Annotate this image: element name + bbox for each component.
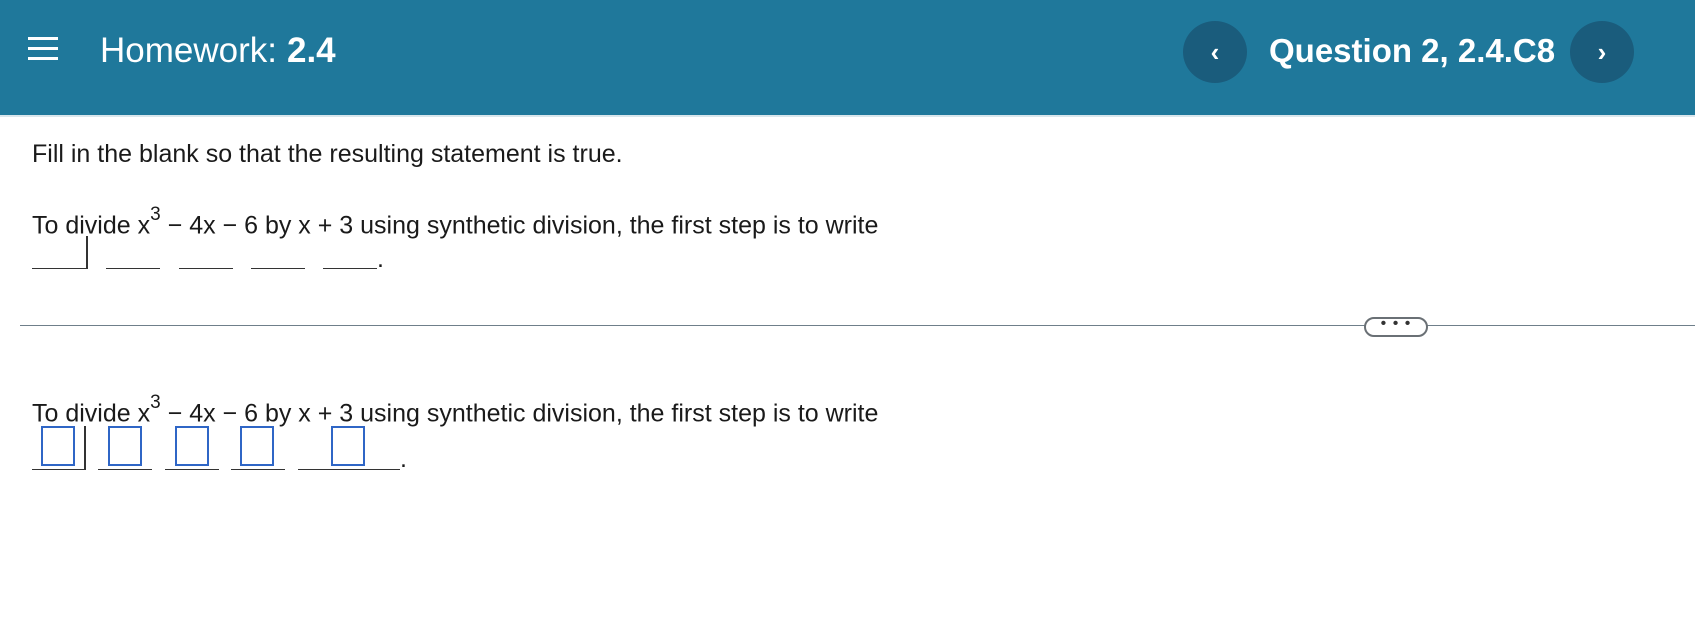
template-blank-1	[32, 268, 86, 269]
section-divider	[20, 325, 1695, 326]
top-header: Homework: 2.4 ‹ Question 2, 2.4.C8 ›	[0, 0, 1695, 115]
answer-divider-bar	[84, 426, 86, 470]
header-divider	[0, 115, 1695, 117]
answer-input-2[interactable]	[108, 426, 142, 466]
answer-prompt-start: To divide x	[32, 399, 151, 428]
answer-input-1[interactable]	[41, 426, 75, 466]
answer-input-3[interactable]	[175, 426, 209, 466]
template-blank-5	[323, 268, 377, 269]
homework-title: Homework: 2.4	[100, 30, 336, 72]
answer-prompt-exponent: 3	[150, 392, 161, 413]
answer-underline-3	[165, 469, 219, 470]
template-blank-3	[179, 268, 233, 269]
answer-period: .	[400, 445, 407, 473]
answer-underline-5	[298, 469, 400, 470]
question-instruction: Fill in the blank so that the resulting …	[32, 140, 623, 168]
chevron-right-icon: ›	[1597, 36, 1607, 67]
next-question-button[interactable]: ›	[1570, 21, 1634, 83]
question-prompt: To divide x3 − 4x − 6 by x + 3 using syn…	[32, 204, 878, 240]
answer-underline-2	[98, 469, 152, 470]
expand-toggle-button[interactable]: • • •	[1364, 315, 1428, 337]
prompt-text-end: − 4x − 6 by x + 3 using synthetic divisi…	[160, 211, 879, 240]
prompt-exponent: 3	[150, 204, 161, 225]
answer-underline-1	[32, 469, 86, 470]
hamburger-menu-icon[interactable]	[28, 35, 58, 63]
answer-input-4[interactable]	[240, 426, 274, 466]
answer-prompt: To divide x3 − 4x − 6 by x + 3 using syn…	[32, 392, 878, 428]
homework-number: 2.4	[286, 31, 336, 70]
answer-prompt-end: − 4x − 6 by x + 3 using synthetic divisi…	[160, 399, 879, 428]
chevron-left-icon: ‹	[1210, 36, 1220, 67]
answer-underline-4	[231, 469, 285, 470]
previous-question-button[interactable]: ‹	[1183, 21, 1247, 83]
template-blank-2	[106, 268, 160, 269]
template-blank-4	[251, 268, 305, 269]
prompt-text-start: To divide x	[32, 211, 151, 240]
answer-input-5[interactable]	[331, 426, 365, 466]
template-period: .	[377, 245, 384, 273]
ellipsis-icon: • • •	[1380, 315, 1412, 332]
template-divider-bar	[86, 236, 88, 269]
homework-label: Homework:	[100, 31, 277, 70]
question-title: Question 2, 2.4.C8	[1269, 32, 1556, 69]
